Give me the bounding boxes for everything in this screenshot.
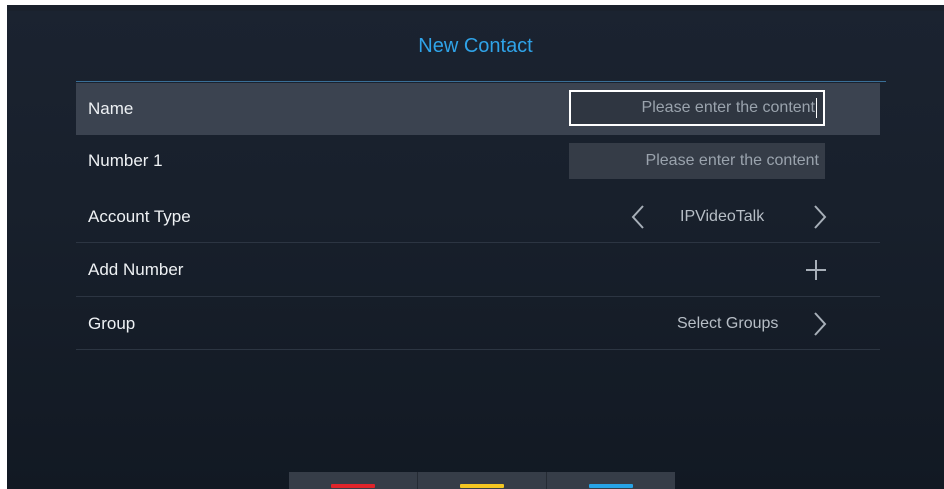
add-number-row[interactable]: Add Number: [76, 244, 880, 297]
text-caret: [816, 98, 817, 118]
yellow-key-indicator: [460, 484, 504, 488]
group-row[interactable]: Group Select Groups: [76, 298, 880, 350]
account-type-value: IPVideoTalk: [680, 208, 765, 225]
name-label: Name: [88, 99, 134, 118]
plus-icon[interactable]: [805, 259, 827, 281]
account-type-label: Account Type: [88, 206, 191, 226]
name-input[interactable]: Please enter the content: [569, 90, 825, 126]
title-divider: [76, 81, 886, 82]
softkey-red[interactable]: [289, 472, 418, 489]
chevron-right-icon[interactable]: [813, 311, 827, 337]
number-1-label: Number 1: [88, 151, 163, 170]
group-label: Group: [88, 313, 136, 333]
softkey-blue[interactable]: [547, 472, 675, 489]
group-value: Select Groups: [677, 315, 779, 332]
page-title: New Contact: [418, 35, 533, 57]
chevron-right-icon[interactable]: [813, 204, 827, 230]
account-type-row[interactable]: Account Type IPVideoTalk: [76, 191, 880, 243]
name-row[interactable]: Name Please enter the content: [76, 83, 880, 135]
red-key-indicator: [331, 484, 375, 488]
chevron-left-icon[interactable]: [631, 204, 645, 230]
softkey-yellow[interactable]: [418, 472, 547, 489]
softkey-bar: [289, 472, 675, 489]
number-1-input[interactable]: Please enter the content: [569, 143, 825, 179]
number-1-input-placeholder: Please enter the content: [645, 152, 819, 169]
name-input-placeholder: Please enter the content: [641, 99, 815, 116]
blue-key-indicator: [589, 484, 633, 488]
contact-screen: New Contact Name Please enter the conten…: [7, 5, 944, 489]
number-1-row[interactable]: Number 1 Please enter the content: [76, 135, 880, 187]
add-number-label: Add Number: [88, 260, 184, 279]
status-bar: [7, 5, 944, 11]
